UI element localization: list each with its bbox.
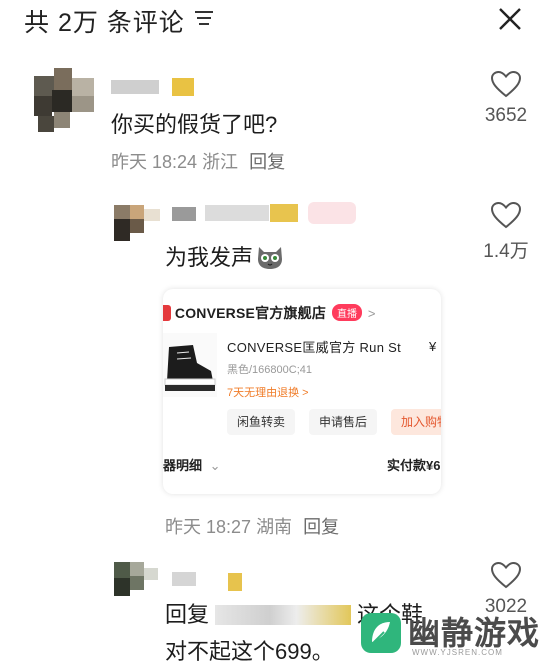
- return-policy-link[interactable]: 7天无理由退换 >: [227, 384, 309, 400]
- reply-prefix: 回复: [165, 602, 210, 627]
- reply-button[interactable]: 回复: [303, 517, 339, 537]
- username-blur: [172, 572, 196, 586]
- heart-icon: [490, 201, 522, 229]
- live-badge: 直播: [331, 304, 362, 321]
- close-icon[interactable]: [496, 5, 524, 33]
- comment-time: 昨天 18:27: [165, 517, 252, 537]
- product-sku: 黑色/166800C;41: [227, 364, 312, 376]
- user-badge: [172, 78, 194, 96]
- comment-meta: 昨天 18:24 浙江 回复: [111, 148, 285, 174]
- comment-location: 浙江: [202, 152, 239, 172]
- order-detail-label: 器明细: [163, 458, 203, 473]
- site-watermark: 幽静游戏 WWW.YJSREN.COM: [360, 608, 550, 662]
- comment-count-title: 共 2万 条评论: [24, 9, 185, 37]
- watermark-logo-icon: [361, 613, 401, 653]
- comment-text-body: 为我发声: [165, 245, 254, 270]
- comment-meta: 昨天 18:27 湖南 回复: [165, 513, 339, 539]
- store-name: CONVERSE官方旗舰店: [174, 305, 327, 321]
- sort-lines-icon[interactable]: [193, 7, 215, 29]
- avatar[interactable]: [34, 68, 94, 134]
- comment-text: 你买的假货了吧?: [111, 112, 278, 137]
- resell-button[interactable]: 闲鱼转卖: [227, 409, 296, 435]
- product-title: CONVERSE匡威官方 Run St: [227, 340, 402, 355]
- sneaker-product-image: [163, 333, 217, 397]
- username-blur: [111, 80, 159, 94]
- heart-icon: [490, 70, 522, 98]
- username-blur: [172, 207, 196, 221]
- user-badge: [270, 204, 298, 222]
- product-price: ¥: [429, 339, 437, 354]
- comment-text-line-2: 对不起这个699。: [165, 639, 334, 662]
- heart-icon: [490, 561, 522, 589]
- user-tag-blur: [308, 202, 356, 224]
- chevron-right-icon: >: [367, 306, 376, 321]
- comments-header: 共 2万 条评论: [0, 0, 550, 40]
- comment-time: 昨天 18:24: [111, 152, 198, 172]
- after-sales-button[interactable]: 申请售后: [309, 409, 378, 435]
- store-logo-icon: [163, 305, 171, 321]
- like-count: 1.4万: [483, 241, 529, 262]
- cat-face-emoji-icon: [258, 247, 283, 269]
- user-badge: [228, 573, 242, 591]
- like-button[interactable]: 1.4万: [471, 201, 541, 263]
- avatar[interactable]: [114, 205, 160, 241]
- like-count: 3652: [484, 105, 528, 126]
- add-to-cart-button[interactable]: 加入购物: [391, 409, 441, 435]
- comment-text: 为我发声: [165, 240, 285, 272]
- order-screenshot-card[interactable]: CONVERSE官方旗舰店 直播 > CONVERSE匡威官方 Run St ¥…: [163, 289, 441, 494]
- reply-button[interactable]: 回复: [249, 152, 285, 172]
- username-blur: [205, 205, 269, 221]
- store-row[interactable]: CONVERSE官方旗舰店 直播 >: [163, 303, 375, 325]
- mention-blur[interactable]: [215, 605, 352, 625]
- avatar[interactable]: [114, 562, 160, 598]
- chevron-down-icon: ⌄: [209, 458, 221, 473]
- like-button[interactable]: 3652: [471, 70, 541, 127]
- paid-amount: 实付款¥6: [387, 458, 441, 473]
- order-detail-toggle[interactable]: 器明细 ⌄: [163, 455, 221, 474]
- comment-location: 湖南: [256, 517, 293, 537]
- watermark-url: WWW.YJSREN.COM: [412, 648, 503, 657]
